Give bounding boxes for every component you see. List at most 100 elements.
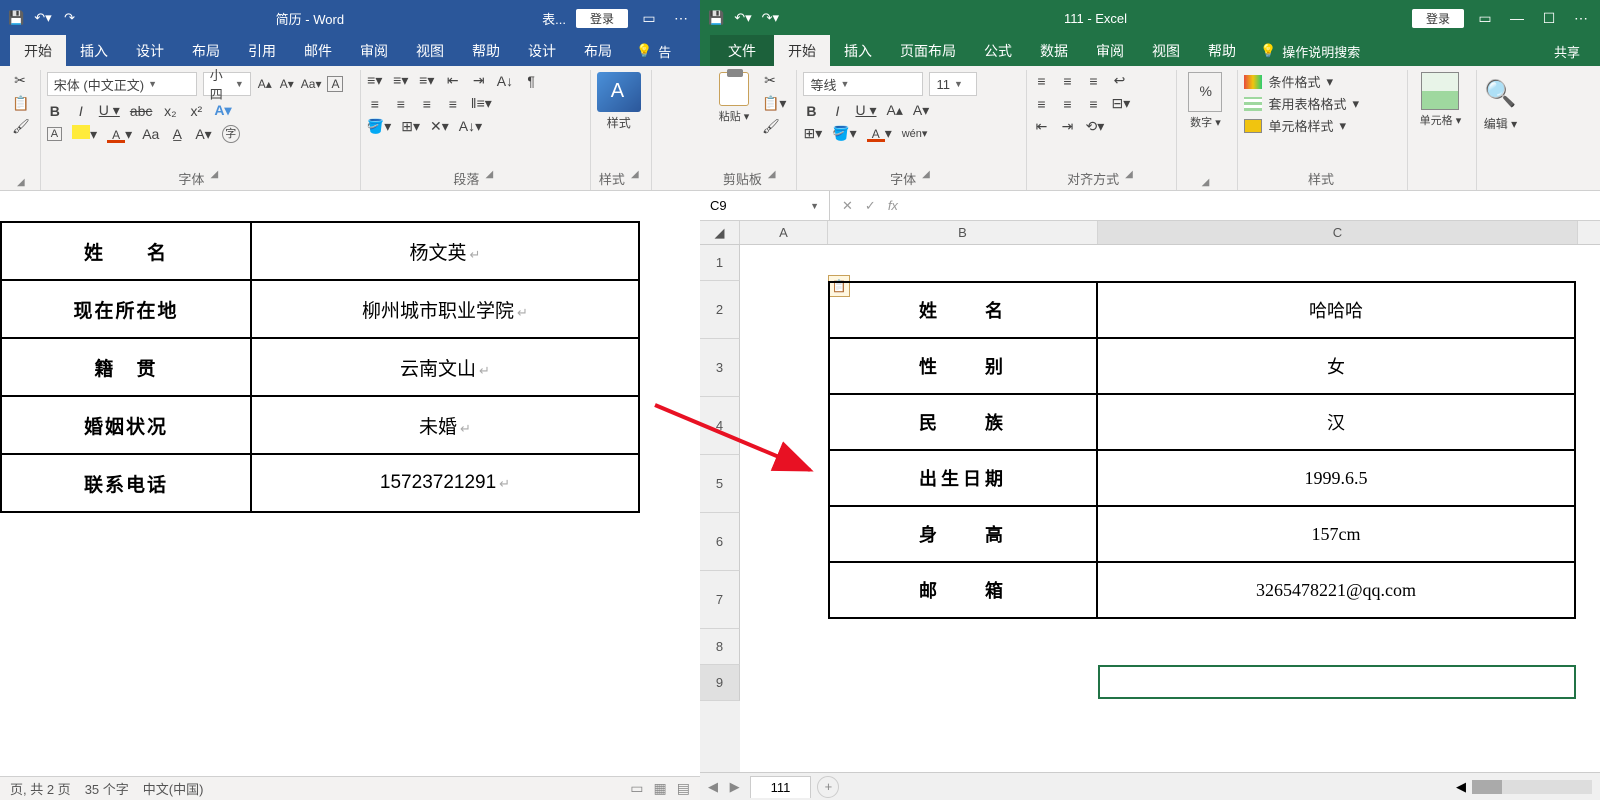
tab-help[interactable]: 帮助 bbox=[458, 35, 514, 67]
tab-formulas[interactable]: 公式 bbox=[970, 35, 1026, 67]
italic-icon[interactable]: I bbox=[73, 103, 89, 119]
dialog-launcher-icon[interactable]: ◢ bbox=[210, 169, 218, 188]
bottom-align-icon[interactable]: ≡ bbox=[1085, 73, 1101, 89]
tab-table-design[interactable]: 设计 bbox=[514, 35, 570, 67]
fx-icon[interactable]: fx bbox=[888, 198, 898, 214]
enter-icon[interactable]: ✓ bbox=[865, 198, 876, 214]
tab-references[interactable]: 引用 bbox=[234, 35, 290, 67]
enclose-char-icon[interactable]: A̲ bbox=[169, 126, 185, 142]
tab-pagelayout[interactable]: 页面布局 bbox=[886, 35, 970, 67]
word-document[interactable]: 姓 名杨文英↵ 现在所在地柳州城市职业学院↵ 籍 贯云南文山↵ 婚姻状况未婚↵ … bbox=[0, 191, 700, 776]
clear-format-icon[interactable]: A bbox=[327, 76, 343, 92]
dialog-launcher-icon[interactable]: ◢ bbox=[631, 169, 639, 188]
table-formatting[interactable]: 套用表格格式 ▾ bbox=[1244, 94, 1397, 113]
font-size-combo[interactable]: 11▼ bbox=[929, 72, 977, 96]
subscript-icon[interactable]: x₂ bbox=[162, 103, 178, 119]
middle-align-icon[interactable]: ≡ bbox=[1059, 73, 1075, 89]
col-header[interactable]: B bbox=[828, 221, 1098, 244]
text-effects-icon[interactable]: A▾ bbox=[214, 102, 231, 119]
redo-icon[interactable]: ↷▾ bbox=[762, 10, 779, 26]
tab-view[interactable]: 视图 bbox=[1138, 35, 1194, 67]
sheet-nav-icon[interactable]: ◀ ▶ bbox=[708, 779, 744, 795]
tellme-label[interactable]: 告 bbox=[658, 42, 671, 61]
borders-icon[interactable]: ⊞▾ bbox=[803, 125, 822, 142]
align-center-icon[interactable]: ≡ bbox=[393, 96, 409, 112]
login-button[interactable]: 登录 bbox=[1412, 9, 1464, 28]
copy-icon[interactable]: 📋▾ bbox=[762, 95, 786, 112]
shading-icon[interactable]: 🪣▾ bbox=[367, 118, 391, 135]
login-button[interactable]: 登录 bbox=[576, 9, 628, 28]
phonetic-icon[interactable]: wén▾ bbox=[902, 127, 928, 140]
line-spacing-icon[interactable]: ‖≡▾ bbox=[471, 95, 492, 112]
row-header[interactable]: 4 bbox=[700, 397, 740, 455]
justify-icon[interactable]: ≡ bbox=[445, 96, 461, 112]
undo-icon[interactable]: ↶▾ bbox=[34, 10, 51, 26]
numbering-icon[interactable]: ≡▾ bbox=[393, 72, 409, 89]
change-case-icon[interactable]: Aa▾ bbox=[301, 77, 322, 91]
cut-icon[interactable]: ✂ bbox=[12, 72, 28, 89]
tab-help[interactable]: 帮助 bbox=[1194, 35, 1250, 67]
asian-layout-icon[interactable]: ✕▾ bbox=[430, 118, 449, 135]
dialog-launcher-icon[interactable]: ◢ bbox=[768, 169, 776, 188]
italic-icon[interactable]: I bbox=[829, 103, 845, 119]
underline-icon[interactable]: U ▾ bbox=[855, 102, 876, 119]
minimize-icon[interactable]: — bbox=[1506, 10, 1528, 26]
cells-button[interactable]: 单元格 ▾ bbox=[1414, 72, 1466, 184]
select-all-corner[interactable]: ◢ bbox=[700, 221, 740, 244]
word-resume-table[interactable]: 姓 名杨文英↵ 现在所在地柳州城市职业学院↵ 籍 贯云南文山↵ 婚姻状况未婚↵ … bbox=[0, 221, 640, 513]
text-highlight-icon[interactable]: ▾ bbox=[72, 125, 97, 143]
fill-color-icon[interactable]: 🪣▾ bbox=[832, 125, 856, 142]
decrease-indent-icon[interactable]: ⇤ bbox=[1033, 118, 1049, 135]
font-color-icon[interactable]: A▾ bbox=[867, 125, 892, 142]
sort-icon2[interactable]: A↓▾ bbox=[459, 118, 482, 135]
read-mode-icon[interactable]: ▭ bbox=[630, 780, 643, 797]
tellme-icon[interactable]: 💡 bbox=[636, 43, 652, 59]
tab-review[interactable]: 审阅 bbox=[346, 35, 402, 67]
format-painter-icon[interactable]: 🖌 bbox=[12, 118, 30, 135]
page-count[interactable]: 页, 共 2 页 bbox=[10, 779, 71, 798]
row-header[interactable]: 7 bbox=[700, 571, 740, 629]
tab-mail[interactable]: 邮件 bbox=[290, 35, 346, 67]
shrink-font-icon[interactable]: A▾ bbox=[279, 77, 295, 91]
tab-design[interactable]: 设计 bbox=[122, 35, 178, 67]
enclosed-icon[interactable]: 字 bbox=[222, 125, 240, 143]
add-sheet-icon[interactable]: + bbox=[817, 776, 839, 798]
web-layout-icon[interactable]: ▤ bbox=[677, 780, 690, 797]
merge-icon[interactable]: ⊟▾ bbox=[1111, 95, 1130, 112]
align-left-icon[interactable]: ≡ bbox=[1033, 96, 1049, 112]
name-box[interactable]: C9▼ bbox=[700, 191, 830, 220]
excel-resume-table[interactable]: 姓 名哈哈哈 性 别女 民 族汉 出生日期1999.6.5 身 高157cm 邮… bbox=[828, 281, 1576, 619]
borders-icon[interactable]: ⊞▾ bbox=[401, 118, 420, 135]
col-header[interactable]: C bbox=[1098, 221, 1578, 244]
orientation-icon[interactable]: ⟲▾ bbox=[1085, 118, 1104, 135]
tellme-icon[interactable]: 💡 bbox=[1260, 43, 1276, 59]
conditional-formatting[interactable]: 条件格式 ▾ bbox=[1244, 72, 1397, 91]
tellme-label[interactable]: 操作说明搜索 bbox=[1282, 42, 1360, 61]
char-shading-icon[interactable]: A▾ bbox=[195, 126, 211, 143]
row-header[interactable]: 9 bbox=[700, 665, 740, 701]
align-right-icon[interactable]: ≡ bbox=[1085, 96, 1101, 112]
styles-icon[interactable] bbox=[597, 72, 641, 112]
cell-grid[interactable]: 📋 姓 名哈哈哈 性 别女 民 族汉 出生日期1999.6.5 身 高157cm… bbox=[740, 245, 1600, 772]
dialog-launcher-icon[interactable]: ◢ bbox=[17, 177, 25, 188]
row-header[interactable]: 8 bbox=[700, 629, 740, 665]
scroll-left-icon[interactable]: ◀ bbox=[1456, 779, 1466, 795]
ribbon-options-icon[interactable]: ▭ bbox=[638, 10, 660, 27]
decrease-indent-icon[interactable]: ⇤ bbox=[445, 72, 461, 89]
find-button[interactable]: 🔍 编辑 ▾ bbox=[1483, 72, 1517, 184]
tab-layout[interactable]: 布局 bbox=[178, 35, 234, 67]
dialog-launcher-icon[interactable]: ◢ bbox=[1125, 169, 1133, 188]
tab-home[interactable]: 开始 bbox=[10, 35, 66, 67]
cell-styles[interactable]: 单元格样式 ▾ bbox=[1244, 116, 1397, 135]
align-left-icon[interactable]: ≡ bbox=[367, 96, 383, 112]
bold-icon[interactable]: B bbox=[803, 103, 819, 119]
row-header[interactable]: 6 bbox=[700, 513, 740, 571]
tab-view[interactable]: 视图 bbox=[402, 35, 458, 67]
increase-indent-icon[interactable]: ⇥ bbox=[1059, 118, 1075, 135]
share-button[interactable]: 共享 bbox=[1544, 42, 1590, 61]
horizontal-scrollbar[interactable] bbox=[1472, 780, 1592, 794]
save-icon[interactable]: 💾 bbox=[8, 10, 24, 26]
tab-review[interactable]: 审阅 bbox=[1082, 35, 1138, 67]
more-icon[interactable]: ⋯ bbox=[670, 10, 692, 27]
save-icon[interactable]: 💾 bbox=[708, 10, 724, 26]
